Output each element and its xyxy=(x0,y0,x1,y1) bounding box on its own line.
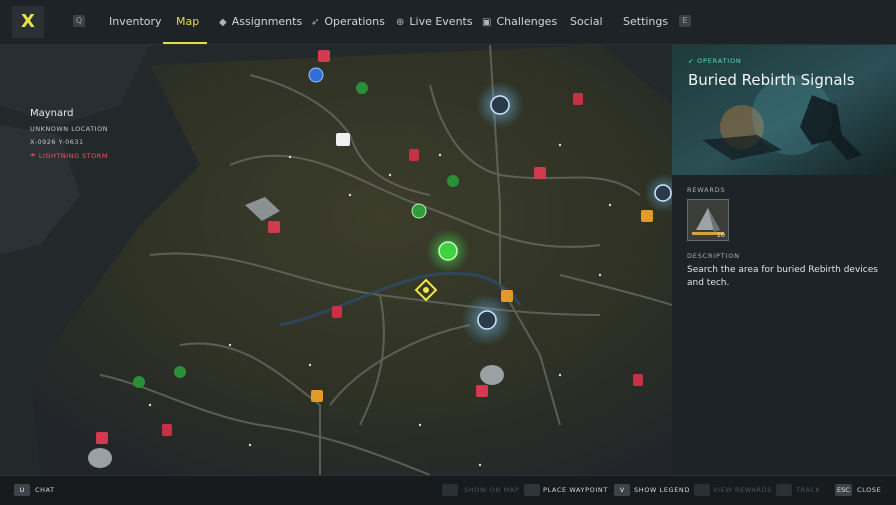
description-heading: DESCRIPTION xyxy=(687,252,740,260)
tab-assignments[interactable]: ◆ Assignments xyxy=(219,0,302,44)
location-name: Maynard xyxy=(30,108,74,119)
show-legend-action[interactable]: SHOW LEGEND xyxy=(634,484,690,496)
active-tab-indicator xyxy=(163,42,207,44)
chat-action[interactable]: CHAT xyxy=(35,484,55,496)
location-info: Maynard UNKNOWN LOCATION X-0926 Y-0631 ☂… xyxy=(30,108,108,160)
operation-marker[interactable] xyxy=(438,241,458,261)
track-action: TRACK xyxy=(796,486,821,494)
diamond-icon: ◆ xyxy=(219,17,227,28)
operation-icon: ➶ xyxy=(688,57,698,65)
tab-label: Assignments xyxy=(231,15,303,28)
view-rewards-key xyxy=(694,484,710,496)
tab-inventory[interactable]: Inventory xyxy=(109,0,162,44)
prev-tab-key: Q xyxy=(73,15,85,27)
landmark-icon xyxy=(480,365,504,385)
location-sublabel: UNKNOWN LOCATION xyxy=(30,125,109,133)
event-marker[interactable] xyxy=(356,82,368,94)
tab-challenges[interactable]: ▣ Challenges xyxy=(482,0,557,44)
fast-travel-marker[interactable] xyxy=(336,133,350,146)
chat-key[interactable]: U xyxy=(14,484,30,496)
contract-marker[interactable] xyxy=(311,390,323,402)
stronghold-marker[interactable] xyxy=(308,67,324,83)
show-on-map-key xyxy=(442,484,458,496)
landmark-icon xyxy=(88,448,112,468)
tab-map[interactable]: Map xyxy=(176,0,199,44)
threat-marker[interactable] xyxy=(534,167,546,179)
threat-marker[interactable] xyxy=(573,93,583,105)
threat-marker[interactable] xyxy=(633,374,643,386)
contract-marker[interactable] xyxy=(641,210,653,222)
chest-icon: ▣ xyxy=(482,17,492,28)
reward-count: 10 xyxy=(716,231,725,239)
threat-marker[interactable] xyxy=(409,149,419,161)
weather-label: LIGHTNING STORM xyxy=(38,152,108,160)
place-waypoint-action[interactable]: PLACE WAYPOINT xyxy=(543,484,608,496)
mouse-icon xyxy=(524,484,540,496)
event-marker[interactable] xyxy=(133,376,145,388)
game-logo[interactable]: X xyxy=(12,6,44,38)
contract-marker[interactable] xyxy=(501,290,513,302)
tab-label: Map xyxy=(176,15,200,28)
threat-marker[interactable] xyxy=(268,221,280,233)
track-key xyxy=(776,484,792,496)
operation-type-text: OPERATION xyxy=(697,57,742,65)
operation-hero-image: ➶ OPERATION Buried Rebirth Signals xyxy=(672,45,896,175)
tab-social[interactable]: Social xyxy=(570,0,603,44)
next-tab-key: E xyxy=(679,15,691,27)
reward-item[interactable]: 10 xyxy=(687,199,729,241)
tab-label: Social xyxy=(570,15,603,28)
stronghold-marker[interactable] xyxy=(654,184,672,202)
lightning-storm-icon: ☂ xyxy=(30,152,39,160)
operation-title: Buried Rebirth Signals xyxy=(688,71,855,89)
threat-marker[interactable] xyxy=(476,385,488,397)
view-rewards-action: VIEW REWARDS xyxy=(713,486,772,494)
operation-description: Search the area for buried Rebirth devic… xyxy=(687,265,878,288)
threat-marker[interactable] xyxy=(162,424,172,436)
bottom-action-bar: U CHAT SHOW ON MAP PLACE WAYPOINT V SHOW… xyxy=(0,475,896,505)
operation-type-label: ➶ OPERATION xyxy=(688,57,742,65)
show-on-map-action: SHOW ON MAP xyxy=(464,486,520,494)
top-nav-bar: X Q Inventory Map ◆ Assignments ➶ Operatio… xyxy=(0,0,896,45)
weather-status: ☂ LIGHTNING STORM xyxy=(30,152,108,160)
operation-detail-panel: ➶ OPERATION Buried Rebirth Signals REWAR… xyxy=(672,45,896,475)
event-marker[interactable] xyxy=(174,366,186,378)
threat-marker[interactable] xyxy=(332,306,342,318)
tab-label: Challenges xyxy=(496,15,558,28)
event-marker[interactable] xyxy=(411,203,427,219)
tab-settings[interactable]: Settings xyxy=(623,0,668,44)
tab-label: Settings xyxy=(623,15,669,28)
tab-operations[interactable]: ➶ Operations xyxy=(311,0,385,44)
tab-label: Inventory xyxy=(109,15,162,28)
stronghold-marker[interactable] xyxy=(490,95,510,115)
stronghold-marker[interactable] xyxy=(477,310,497,330)
logo-glyph: X xyxy=(21,11,35,32)
rewards-heading: REWARDS xyxy=(687,186,726,194)
close-action[interactable]: CLOSE xyxy=(857,484,881,496)
world-map[interactable]: Maynard UNKNOWN LOCATION X-0926 Y-0631 ☂… xyxy=(0,45,672,475)
tab-live-events[interactable]: ⊕ Live Events xyxy=(396,0,473,44)
threat-marker[interactable] xyxy=(318,50,330,62)
tab-label: Operations xyxy=(324,15,385,28)
threat-marker[interactable] xyxy=(96,432,108,444)
globe-icon: ⊕ xyxy=(396,17,405,28)
rocket-icon: ➶ xyxy=(311,17,320,28)
close-key[interactable]: ESC xyxy=(835,484,852,496)
event-marker[interactable] xyxy=(447,175,459,187)
tab-label: Live Events xyxy=(409,15,473,28)
legend-key[interactable]: V xyxy=(614,484,630,496)
location-coordinates: X-0926 Y-0631 xyxy=(30,138,84,146)
